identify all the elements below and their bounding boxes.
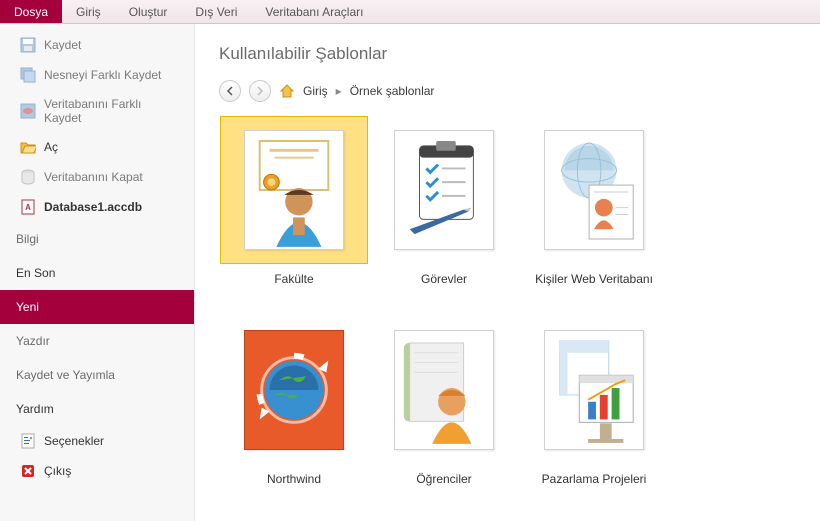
breadcrumb: Giriş ▸ Örnek şablonlar xyxy=(219,80,796,102)
template-label: Pazarlama Projeleri xyxy=(542,472,647,486)
content-pane: Kullanılabilir Şablonlar Giriş ▸ Örnek ş… xyxy=(195,24,820,521)
northwind-icon xyxy=(245,330,343,450)
sidebar-label: Database1.accdb xyxy=(44,200,142,214)
template-label: Öğrenciler xyxy=(416,472,471,486)
template-kisiler-web[interactable]: Kişiler Web Veritabanı xyxy=(519,116,669,316)
nav-back-button[interactable] xyxy=(219,80,241,102)
sidebar-open[interactable]: Aç xyxy=(0,132,194,162)
sidebar-label: Veritabanını Kapat xyxy=(44,170,143,184)
students-icon xyxy=(395,330,493,450)
save-object-icon xyxy=(20,67,36,83)
sidebar-save-db[interactable]: Veritabanını Farklı Kaydet xyxy=(0,90,194,132)
ribbon: Dosya Giriş Oluştur Dış Veri Veritabanı … xyxy=(0,0,820,24)
sidebar-save[interactable]: Kaydet xyxy=(0,30,194,60)
close-db-icon xyxy=(20,169,36,185)
template-satis-kanali[interactable]: Satış Kanalı xyxy=(369,516,519,521)
contacts-web-icon xyxy=(545,130,643,250)
sidebar-section-enson[interactable]: En Son xyxy=(0,256,194,290)
sidebar-label: Seçenekler xyxy=(44,434,104,448)
sidebar-options[interactable]: Seçenekler xyxy=(0,426,194,456)
save-db-icon xyxy=(20,103,36,119)
tasks-icon xyxy=(395,130,493,250)
save-icon xyxy=(20,37,36,53)
sidebar-section-yeni[interactable]: Yeni xyxy=(0,290,194,324)
template-gorevler[interactable]: Görevler xyxy=(369,116,519,316)
sidebar-recent-file[interactable]: A Database1.accdb xyxy=(0,192,194,222)
breadcrumb-separator: ▸ xyxy=(336,84,342,98)
sidebar-close-db[interactable]: Veritabanını Kapat xyxy=(0,162,194,192)
sidebar-label: Veritabanını Farklı Kaydet xyxy=(44,97,182,125)
backstage-sidebar: Kaydet Nesneyi Farklı Kaydet Veritabanın… xyxy=(0,24,195,521)
options-icon xyxy=(20,433,36,449)
page-title: Kullanılabilir Şablonlar xyxy=(219,44,796,64)
svg-text:A: A xyxy=(25,203,31,212)
template-fakulte[interactable]: Fakülte xyxy=(219,116,369,316)
tab-olustur[interactable]: Oluştur xyxy=(115,0,182,23)
breadcrumb-home[interactable]: Giriş xyxy=(303,84,328,98)
faculty-icon xyxy=(245,130,343,250)
template-pazarlama[interactable]: Pazarlama Projeleri xyxy=(519,316,669,516)
template-ogrenciler[interactable]: Öğrenciler xyxy=(369,316,519,516)
sidebar-save-object[interactable]: Nesneyi Farklı Kaydet xyxy=(0,60,194,90)
template-label: Görevler xyxy=(421,272,467,286)
tab-dis-veri[interactable]: Dış Veri xyxy=(181,0,251,23)
template-northwind[interactable]: Northwind xyxy=(219,316,369,516)
template-label: Fakülte xyxy=(274,272,313,286)
template-label: Northwind xyxy=(267,472,321,486)
open-icon xyxy=(20,139,36,155)
breadcrumb-current: Örnek şablonlar xyxy=(350,84,435,98)
arrow-left-icon xyxy=(225,86,235,96)
sidebar-label: Kaydet xyxy=(44,38,81,52)
sidebar-label: Nesneyi Farklı Kaydet xyxy=(44,68,161,82)
tab-dosya[interactable]: Dosya xyxy=(0,0,62,23)
sidebar-section-bilgi[interactable]: Bilgi xyxy=(0,222,194,256)
sidebar-section-yazdir[interactable]: Yazdır xyxy=(0,324,194,358)
arrow-right-icon xyxy=(255,86,265,96)
sidebar-label: Aç xyxy=(44,140,58,154)
sidebar-section-kaydet-yayimla[interactable]: Kaydet ve Yayımla xyxy=(0,358,194,392)
template-label: Kişiler Web Veritabanı xyxy=(535,272,653,286)
tab-veritabani-araclari[interactable]: Veritabanı Araçları xyxy=(251,0,377,23)
sidebar-section-yardim[interactable]: Yardım xyxy=(0,392,194,426)
tab-giris[interactable]: Giriş xyxy=(62,0,115,23)
sidebar-exit[interactable]: Çıkış xyxy=(0,456,194,486)
nav-forward-button[interactable] xyxy=(249,80,271,102)
template-projeler-web[interactable]: Projeler Web Veritabanı xyxy=(219,516,369,521)
marketing-icon xyxy=(545,330,643,450)
sidebar-label: Çıkış xyxy=(44,464,71,478)
template-grid: Fakülte xyxy=(219,116,796,521)
accdb-icon: A xyxy=(20,199,36,215)
home-icon[interactable] xyxy=(279,83,295,99)
exit-icon xyxy=(20,463,36,479)
